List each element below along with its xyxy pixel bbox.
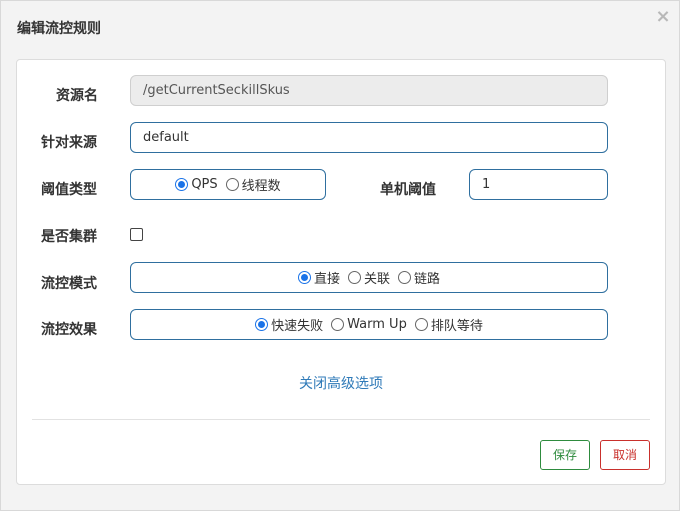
resource-name-value: /getCurrentSeckillSkus — [143, 83, 290, 98]
control-effect-fast-fail-option[interactable]: 快速失败 — [255, 315, 323, 334]
resource-name-field: /getCurrentSeckillSkus — [130, 75, 608, 106]
limit-app-value: default — [143, 130, 189, 145]
control-mode-label: 流控模式 — [41, 276, 97, 292]
threshold-type-thread-option[interactable]: 线程数 — [225, 175, 281, 194]
dialog-title: 编辑流控规则 — [17, 21, 101, 37]
cancel-button[interactable]: 取消 — [600, 440, 650, 470]
radio-unselected-icon[interactable] — [414, 318, 428, 331]
single-threshold-label: 单机阈值 — [380, 182, 436, 198]
control-mode-relate-option[interactable]: 关联 — [347, 268, 390, 287]
toggle-advanced-options-link[interactable]: 关闭高级选项 — [1, 373, 680, 393]
radio-selected-icon[interactable] — [175, 178, 189, 191]
cluster-checkbox[interactable] — [130, 228, 143, 241]
threshold-type-label: 阈值类型 — [41, 182, 97, 198]
divider — [32, 419, 650, 420]
limit-app-label: 针对来源 — [41, 135, 97, 151]
radio-unselected-icon[interactable] — [398, 271, 411, 284]
control-mode-chain-option[interactable]: 链路 — [398, 268, 440, 287]
edit-flow-rule-dialog: 编辑流控规则 × 资源名 /getCurrentSeckillSkus 针对来源… — [0, 0, 680, 511]
control-effect-group: 快速失败 Warm Up 排队等待 — [130, 309, 608, 340]
radio-selected-icon[interactable] — [255, 318, 269, 331]
threshold-type-qps-option[interactable]: QPS — [175, 177, 218, 192]
single-threshold-value: 1 — [482, 177, 491, 192]
control-mode-direct-option[interactable]: 直接 — [297, 268, 340, 287]
control-mode-group: 直接 关联 链路 — [130, 262, 608, 293]
radio-unselected-icon[interactable] — [347, 271, 361, 284]
radio-selected-icon[interactable] — [297, 271, 311, 284]
single-threshold-input[interactable]: 1 — [469, 169, 608, 200]
limit-app-input[interactable]: default — [130, 122, 608, 153]
radio-unselected-icon[interactable] — [225, 178, 239, 191]
cluster-label: 是否集群 — [41, 229, 97, 245]
radio-unselected-icon[interactable] — [331, 318, 345, 331]
control-effect-warm-up-option[interactable]: Warm Up — [331, 317, 407, 332]
save-button[interactable]: 保存 — [540, 440, 590, 470]
close-icon[interactable]: × — [653, 7, 673, 27]
threshold-type-group: QPS 线程数 — [130, 169, 326, 200]
control-effect-label: 流控效果 — [41, 322, 97, 338]
resource-name-label: 资源名 — [56, 88, 98, 104]
control-effect-queue-option[interactable]: 排队等待 — [414, 315, 483, 334]
